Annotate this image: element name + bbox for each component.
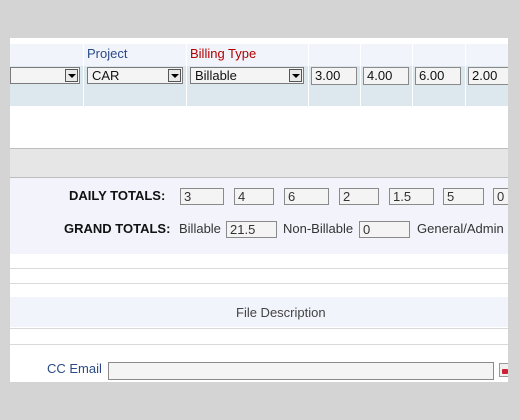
column-header-row: Project Billing Type <box>10 44 508 66</box>
file-description-label: File Description <box>236 305 326 320</box>
daily-total-1: 3 <box>180 188 224 205</box>
non-billable-label: Non-Billable <box>283 221 354 236</box>
non-billable-total: 0 <box>359 221 410 238</box>
hours-input-day-4[interactable]: 2.00 <box>468 67 508 85</box>
daily-total-6: 5 <box>443 188 484 205</box>
address-book-icon[interactable] <box>499 363 508 377</box>
section-divider-band <box>10 148 508 178</box>
billing-type-select[interactable]: Billable <box>190 67 304 84</box>
project-column-header: Project <box>87 46 128 61</box>
hours-input-day-3[interactable]: 6.00 <box>415 67 461 85</box>
totals-section: DAILY TOTALS: 3 4 6 2 1.5 5 0 GRAND TOTA… <box>10 178 508 254</box>
general-admin-label: General/Admin <box>417 221 504 236</box>
chevron-down-icon <box>168 69 181 82</box>
daily-total-4: 2 <box>339 188 379 205</box>
chevron-down-icon <box>65 69 78 82</box>
daily-total-2: 4 <box>234 188 274 205</box>
file-description-row: File Description <box>10 297 508 327</box>
project-select[interactable]: CAR <box>87 67 183 84</box>
billable-label: Billable <box>179 221 221 236</box>
hours-input-day-1[interactable]: 3.00 <box>311 67 357 85</box>
billable-total: 21.5 <box>226 221 277 238</box>
daily-total-7: 0 <box>493 188 508 205</box>
daily-total-5: 1.5 <box>389 188 434 205</box>
hours-input-day-2[interactable]: 4.00 <box>363 67 409 85</box>
task-select[interactable] <box>10 67 80 84</box>
billing-type-select-value: Billable <box>195 68 237 83</box>
grand-totals-label: GRAND TOTALS: <box>64 221 171 236</box>
project-select-value: CAR <box>92 68 120 83</box>
chevron-down-icon <box>289 69 302 82</box>
timesheet-panel: Project Billing Type CAR Billable 3.00 4… <box>10 38 508 382</box>
billing-type-column-header: Billing Type <box>190 46 257 61</box>
cc-email-label: CC Email <box>47 361 102 376</box>
daily-totals-label: DAILY TOTALS: <box>69 188 166 203</box>
cc-email-input[interactable] <box>108 362 494 380</box>
daily-total-3: 6 <box>284 188 329 205</box>
